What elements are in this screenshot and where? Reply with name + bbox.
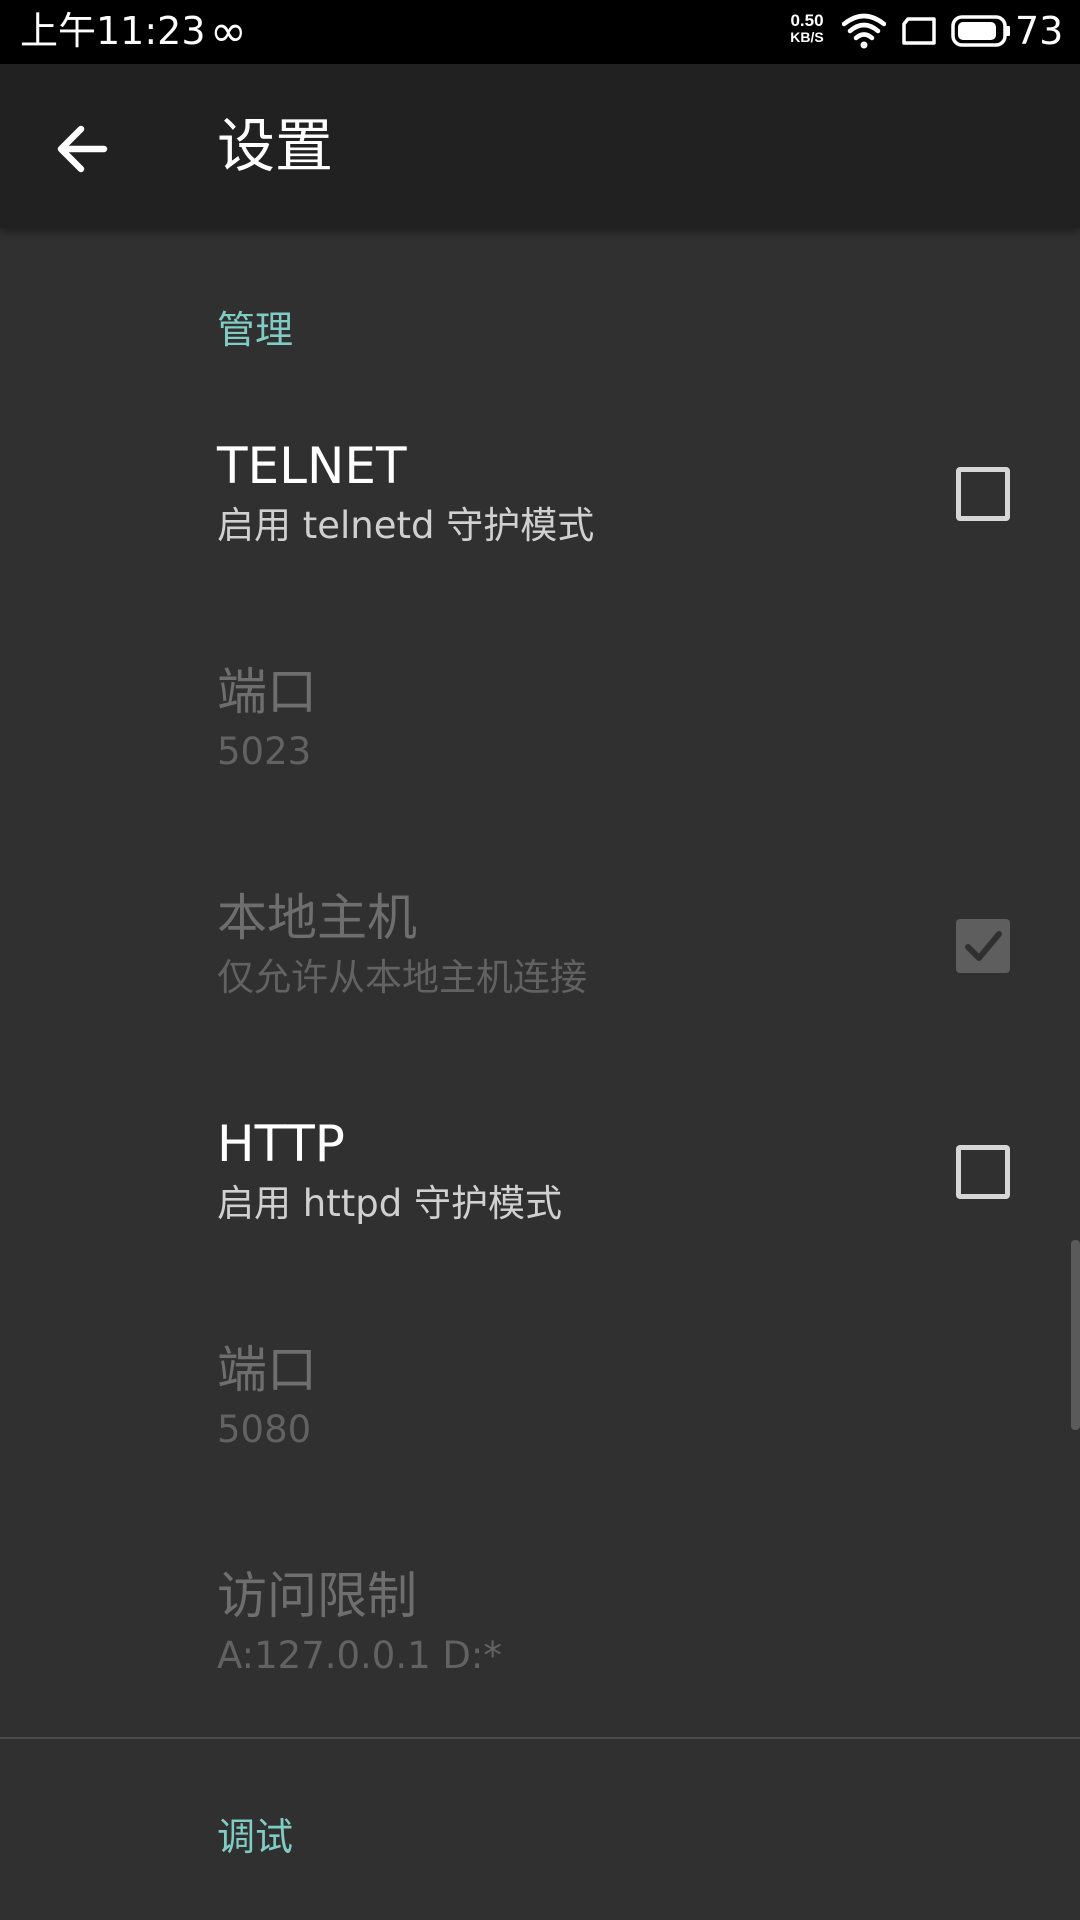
section-divider xyxy=(0,1737,1080,1739)
pref-http-port-summary: 5080 xyxy=(217,1408,312,1451)
pref-access-restriction-title: 访问限制 xyxy=(217,1567,417,1625)
pref-http-summary: 启用 httpd 守护模式 xyxy=(217,1182,562,1225)
network-speed-value: 0.50 xyxy=(790,11,824,30)
pref-http-port-title: 端口 xyxy=(217,1341,317,1399)
pref-telnet[interactable]: TELNET 启用 telnetd 守护模式 xyxy=(0,433,1080,659)
network-speed: 0.50 KB/S xyxy=(782,12,832,45)
pref-http-port: 端口 5080 xyxy=(0,1337,1080,1563)
pref-http-title: HTTP xyxy=(217,1115,345,1173)
settings-screen: 上午11:23 ∞ 0.50 KB/S 73 设置 管理 TELNET 启用 t… xyxy=(0,0,1080,1920)
http-checkbox[interactable] xyxy=(956,1145,1010,1199)
back-button[interactable] xyxy=(40,104,130,194)
pref-access-restriction-summary: A:127.0.0.1 D:* xyxy=(217,1634,502,1677)
pref-localhost-title: 本地主机 xyxy=(217,889,417,947)
network-speed-unit: KB/S xyxy=(790,29,824,45)
pref-access-restriction: 访问限制 A:127.0.0.1 D:* xyxy=(0,1563,1080,1789)
checkmark-icon xyxy=(965,931,1002,961)
scrollbar[interactable] xyxy=(1071,1240,1080,1430)
pref-http[interactable]: HTTP 启用 httpd 守护模式 xyxy=(0,1111,1080,1337)
battery-icon xyxy=(951,15,1010,47)
pref-localhost-summary: 仅允许从本地主机连接 xyxy=(217,956,587,999)
sim-card-icon xyxy=(902,17,936,45)
telnet-checkbox[interactable] xyxy=(956,467,1010,521)
pref-telnet-port-title: 端口 xyxy=(217,663,317,721)
status-time: 上午11:23 xyxy=(20,9,206,53)
section-header-management: 管理 xyxy=(217,308,294,352)
pref-telnet-port: 端口 5023 xyxy=(0,659,1080,885)
pref-telnet-title: TELNET xyxy=(217,437,407,495)
pref-localhost: 本地主机 仅允许从本地主机连接 xyxy=(0,885,1080,1111)
wifi-icon xyxy=(842,13,886,49)
page-title: 设置 xyxy=(217,112,334,180)
infinity-icon: ∞ xyxy=(210,6,247,57)
section-header-debug: 调试 xyxy=(217,1815,294,1859)
status-bar: 上午11:23 ∞ 0.50 KB/S 73 xyxy=(0,0,1080,64)
battery-level: 73 xyxy=(1015,9,1064,53)
app-bar: 设置 xyxy=(0,64,1080,228)
pref-telnet-port-summary: 5023 xyxy=(217,730,312,773)
localhost-checkbox xyxy=(956,919,1010,973)
arrow-back-icon xyxy=(57,125,108,173)
pref-telnet-summary: 启用 telnetd 守护模式 xyxy=(217,504,595,547)
